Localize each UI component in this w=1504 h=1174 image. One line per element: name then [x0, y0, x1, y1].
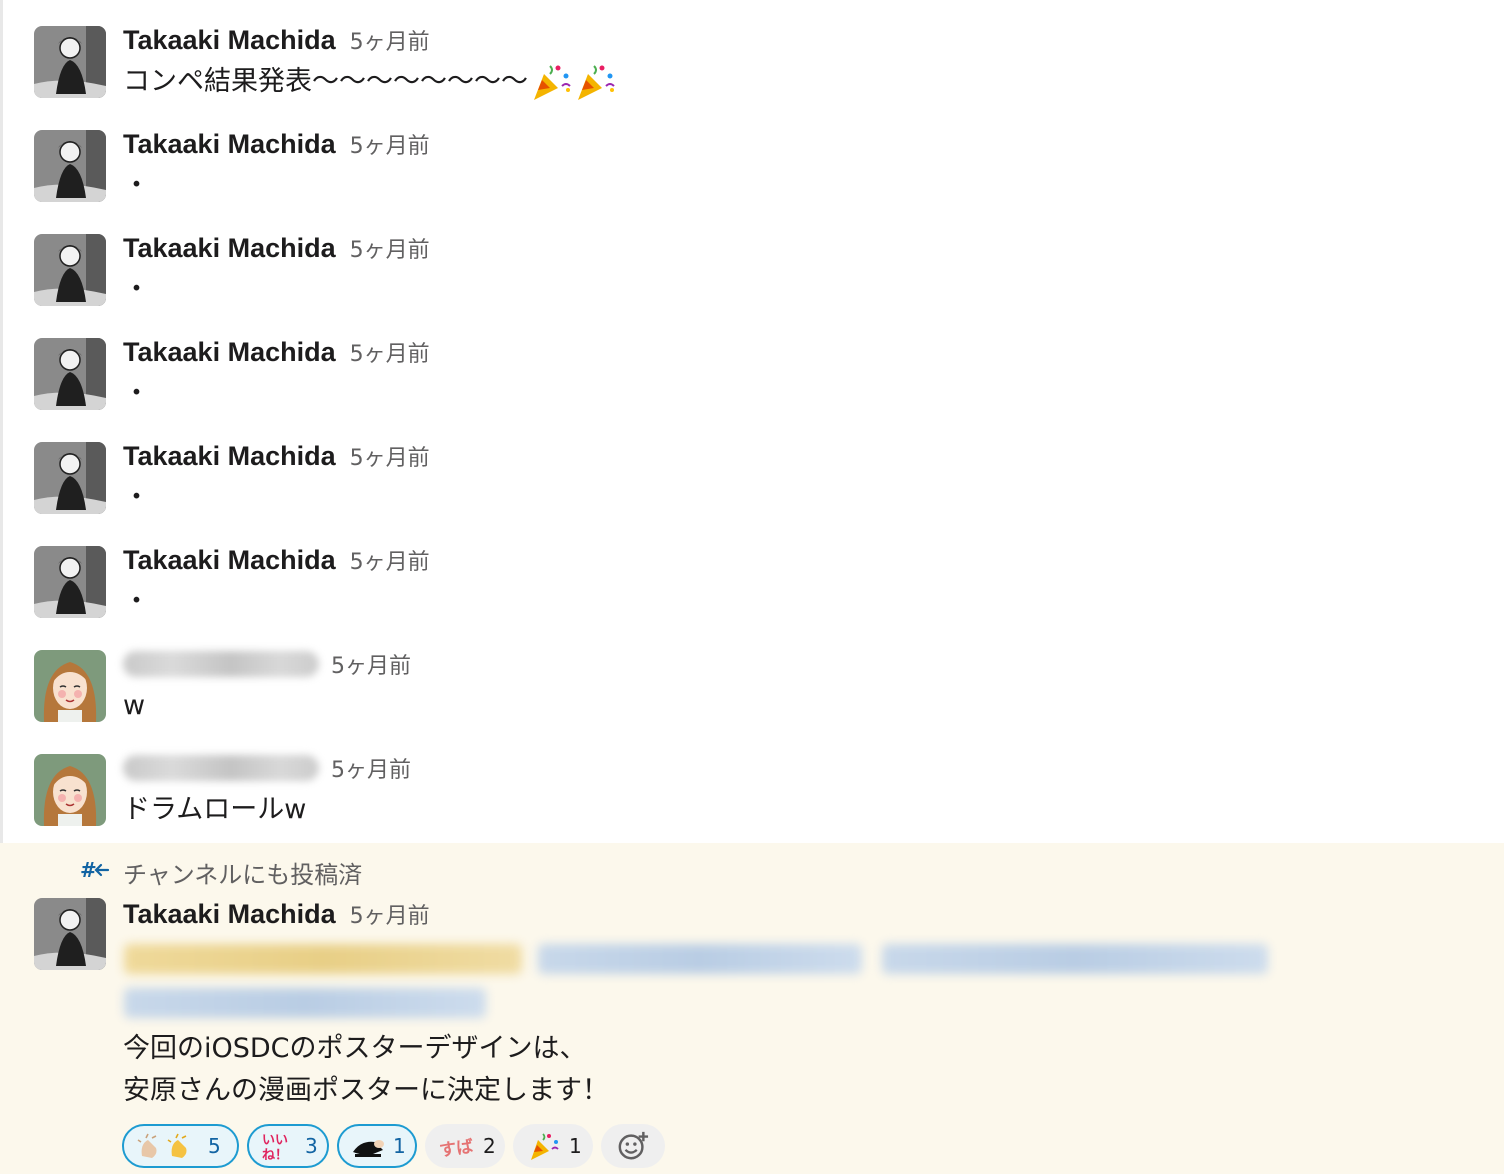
message-header: Takaaki Machida 5ヶ月前: [123, 436, 430, 476]
reaction-count: 1: [569, 1134, 582, 1158]
avatar[interactable]: [34, 338, 106, 410]
timestamp[interactable]: 5ヶ月前: [350, 24, 430, 56]
mention-redacted[interactable]: [124, 988, 486, 1018]
message-text: ・: [123, 482, 150, 513]
svg-text:すばら: すばら: [439, 1134, 475, 1161]
author-name[interactable]: Takaaki Machida: [123, 441, 336, 472]
timestamp[interactable]: 5ヶ月前: [331, 752, 411, 784]
message-line-1: 今回のiOSDCのポスターデザインは、: [123, 1033, 587, 1064]
subarashii-icon: すばら: [439, 1130, 475, 1162]
message-item: 5ヶ月前 ドラムロールw: [0, 728, 1504, 832]
message-item: Takaaki Machida 5ヶ月前 ・: [0, 208, 1504, 312]
message-item: Takaaki Machida 5ヶ月前 ・: [0, 104, 1504, 208]
author-name[interactable]: Takaaki Machida: [123, 25, 336, 56]
add-reaction-button[interactable]: [601, 1124, 665, 1168]
add-emoji-icon: [617, 1130, 649, 1162]
reaction-bar: 5 いい ね！ 3 1 すばら 2 1: [122, 1124, 665, 1168]
message-item: Takaaki Machida 5ヶ月前 ・: [0, 520, 1504, 624]
svg-text:ね！: ね！: [262, 1148, 288, 1162]
reaction-subarashii[interactable]: すばら 2: [425, 1124, 505, 1168]
reaction-count: 3: [305, 1134, 318, 1158]
timestamp[interactable]: 5ヶ月前: [350, 232, 430, 264]
message-item: Takaaki Machida 5ヶ月前 ・: [0, 416, 1504, 520]
iine-icon: いい ね！: [261, 1130, 297, 1162]
timestamp[interactable]: 5ヶ月前: [331, 648, 411, 680]
avatar[interactable]: [34, 130, 106, 202]
reaction-bow[interactable]: 1: [337, 1124, 417, 1168]
message-text: ドラムロールw: [123, 794, 307, 825]
message-text: コンペ結果発表〜〜〜〜〜〜〜〜: [123, 60, 616, 104]
avatar[interactable]: [34, 26, 106, 98]
message-header: Takaaki Machida 5ヶ月前: [123, 894, 430, 934]
author-name[interactable]: Takaaki Machida: [123, 233, 336, 264]
mention-redacted[interactable]: [124, 944, 522, 974]
author-name[interactable]: Takaaki Machida: [123, 899, 336, 930]
svg-text:いい: いい: [262, 1133, 288, 1148]
message-item: Takaaki Machida 5ヶ月前 ・: [0, 312, 1504, 416]
timestamp[interactable]: 5ヶ月前: [350, 544, 430, 576]
timestamp[interactable]: 5ヶ月前: [350, 336, 430, 368]
avatar[interactable]: [34, 754, 106, 826]
avatar[interactable]: [34, 898, 106, 970]
message-header: Takaaki Machida 5ヶ月前: [123, 332, 430, 372]
party-popper-icon: [572, 60, 616, 104]
message-header: 5ヶ月前: [123, 748, 411, 788]
message-feed: Takaaki Machida 5ヶ月前 コンペ結果発表〜〜〜〜〜〜〜〜 Tak…: [0, 0, 1504, 832]
author-name-redacted[interactable]: [123, 755, 319, 781]
avatar[interactable]: [34, 442, 106, 514]
message-header: Takaaki Machida 5ヶ月前: [123, 540, 430, 580]
message-text: ・: [123, 274, 150, 305]
message-text: w: [123, 690, 146, 721]
party-popper-icon: [527, 1130, 561, 1162]
message-header: Takaaki Machida 5ヶ月前: [123, 124, 430, 164]
reaction-count: 2: [483, 1134, 496, 1158]
avatar[interactable]: [34, 650, 106, 722]
message-line-2: 安原さんの漫画ポスターに決定します！: [123, 1075, 609, 1106]
timestamp[interactable]: 5ヶ月前: [350, 440, 430, 472]
author-name[interactable]: Takaaki Machida: [123, 545, 336, 576]
clap-icon: [136, 1130, 200, 1162]
message-header: 5ヶ月前: [123, 644, 411, 684]
message-item: Takaaki Machida 5ヶ月前 今回のiOSDCのポスターデザインは、…: [0, 872, 1504, 1172]
timestamp[interactable]: 5ヶ月前: [350, 898, 430, 930]
avatar[interactable]: [34, 234, 106, 306]
reaction-party-popper[interactable]: 1: [513, 1124, 593, 1168]
reaction-count: 5: [208, 1134, 221, 1158]
message-text: ・: [123, 378, 150, 409]
avatar[interactable]: [34, 546, 106, 618]
reaction-iine[interactable]: いい ね！ 3: [247, 1124, 329, 1168]
reaction-count: 1: [393, 1134, 406, 1158]
timestamp[interactable]: 5ヶ月前: [350, 128, 430, 160]
message-header: Takaaki Machida 5ヶ月前: [123, 228, 430, 268]
party-popper-icon: [528, 60, 572, 104]
message-text-content: コンペ結果発表〜〜〜〜〜〜〜〜: [123, 66, 528, 97]
author-name[interactable]: Takaaki Machida: [123, 337, 336, 368]
author-name[interactable]: Takaaki Machida: [123, 129, 336, 160]
message-text: ・: [123, 170, 150, 201]
message-text: ・: [123, 586, 150, 617]
message-item: Takaaki Machida 5ヶ月前 コンペ結果発表〜〜〜〜〜〜〜〜: [0, 0, 1504, 104]
mention-redacted[interactable]: [538, 944, 862, 974]
mention-redacted[interactable]: [882, 944, 1268, 974]
reaction-clap[interactable]: 5: [122, 1124, 239, 1168]
message-header: Takaaki Machida 5ヶ月前: [123, 20, 430, 60]
bow-icon: [351, 1132, 385, 1160]
message-item: 5ヶ月前 w: [0, 624, 1504, 728]
author-name-redacted[interactable]: [123, 651, 319, 677]
